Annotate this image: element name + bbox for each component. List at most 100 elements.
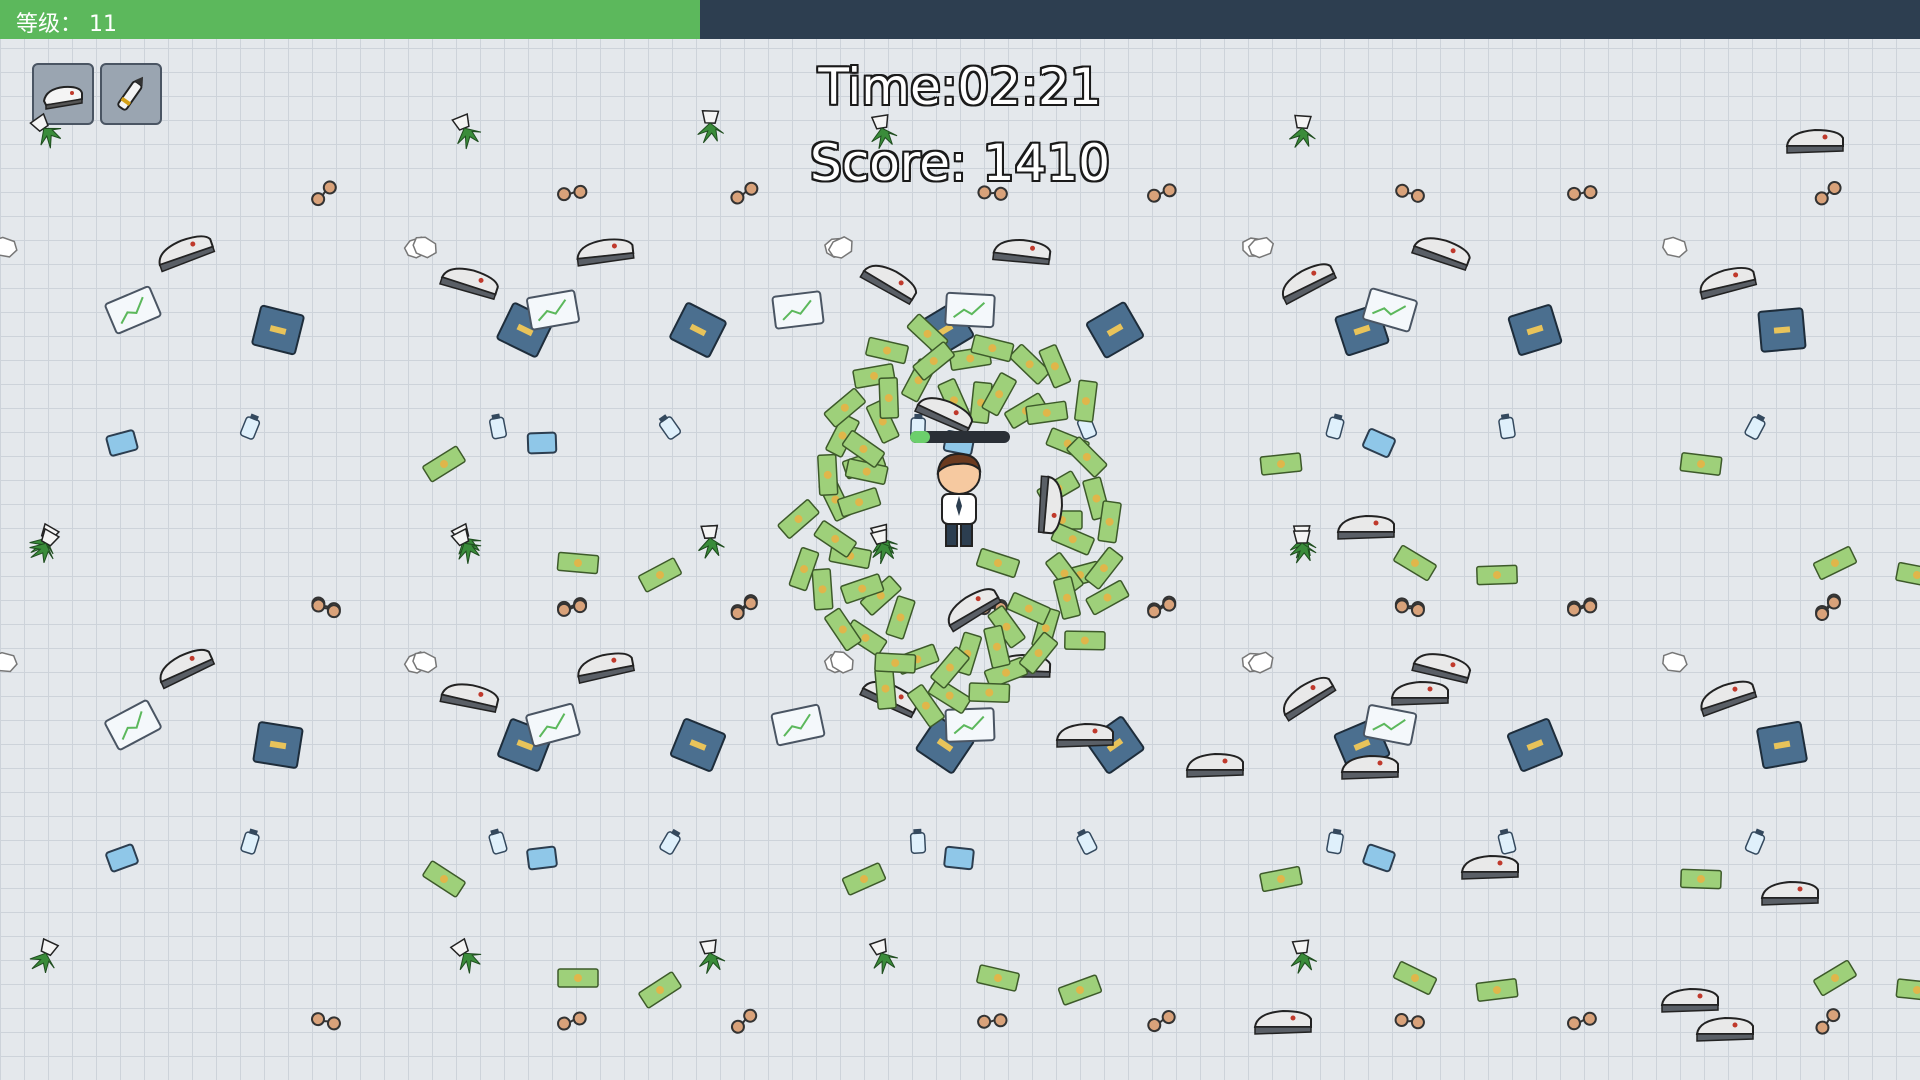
- glasses: [557, 184, 588, 202]
- cash-bill: [777, 499, 820, 539]
- water-bottle: [659, 828, 681, 855]
- potted-plant: [29, 937, 60, 974]
- cash-bill: [1475, 978, 1519, 1002]
- cash-bill: [865, 336, 909, 365]
- stapler: [577, 652, 636, 685]
- binder: [251, 304, 305, 356]
- water-bottle: [240, 828, 260, 855]
- coffee-mug: [526, 845, 558, 871]
- glasses: [1567, 185, 1598, 201]
- potted-plant: [449, 937, 482, 974]
- cash-bill: [1259, 452, 1303, 476]
- potted-plant: [1290, 939, 1318, 974]
- binder: [669, 302, 727, 358]
- stapler: [439, 683, 500, 713]
- stapler: [1660, 987, 1719, 1013]
- potted-plant: [868, 938, 898, 975]
- coffee-mug: [105, 843, 139, 873]
- stapler: [1055, 722, 1114, 748]
- water-bottle: [488, 413, 508, 440]
- cash-bill: [422, 445, 466, 483]
- player-character: [936, 452, 982, 547]
- stapler: [158, 235, 216, 273]
- crumpled-paper: [1662, 236, 1688, 258]
- cash-bill: [975, 548, 1021, 578]
- chart-tablet: [944, 707, 996, 743]
- water-bottle: [1744, 828, 1766, 855]
- stapler: [1695, 1016, 1754, 1042]
- water-bottle: [1744, 413, 1766, 440]
- water-bottle: [658, 414, 682, 440]
- glasses: [730, 1008, 758, 1034]
- glasses: [730, 181, 759, 205]
- stapler: [1410, 237, 1471, 271]
- coffee-mug: [1362, 843, 1396, 873]
- water-bottle: [239, 413, 261, 440]
- water-bottle: [1497, 828, 1517, 855]
- cash-bill: [878, 377, 900, 419]
- stapler: [1282, 676, 1337, 722]
- glasses: [1394, 1013, 1425, 1030]
- cash-bill: [1074, 379, 1098, 423]
- stapler: [1785, 128, 1844, 154]
- potted-plant: [699, 939, 726, 974]
- cash-bill: [556, 551, 600, 575]
- cash-bill: [557, 968, 599, 988]
- cash-bill: [1393, 961, 1437, 995]
- water-bottle: [1076, 828, 1098, 855]
- water-bottle: [488, 828, 508, 855]
- cash-bill: [976, 964, 1020, 992]
- coffee-mug: [526, 431, 558, 455]
- cash-bill: [1895, 561, 1920, 589]
- potted-plant: [698, 524, 725, 559]
- stapler: [159, 648, 216, 690]
- player-health-fill: [910, 431, 930, 443]
- chart-tablet: [104, 699, 162, 751]
- glasses: [557, 1011, 587, 1031]
- glasses: [1147, 597, 1177, 619]
- stapler: [1760, 880, 1819, 906]
- potted-plant: [870, 114, 898, 149]
- cash-bill: [422, 860, 466, 898]
- cash-bill: [811, 568, 834, 611]
- binder: [1507, 304, 1563, 356]
- stapler: [1411, 653, 1472, 684]
- stapler: [1336, 514, 1395, 540]
- potted-plant: [869, 528, 898, 565]
- cash-bill: [1064, 630, 1106, 651]
- cash-bill: [1813, 959, 1857, 997]
- chart-tablet: [944, 291, 996, 329]
- stapler: [1253, 1009, 1312, 1035]
- crumpled-paper: [0, 651, 18, 673]
- binder: [670, 718, 726, 772]
- coffee-mug: [1362, 428, 1396, 458]
- cash-bill: [1057, 974, 1103, 1006]
- stapler: [576, 238, 635, 267]
- cash-bill: [1813, 546, 1857, 580]
- water-bottle: [1326, 828, 1344, 855]
- binder: [1757, 307, 1807, 353]
- binder: [1086, 301, 1144, 359]
- cash-bill: [638, 971, 682, 1009]
- stapler: [1185, 752, 1244, 778]
- potted-plant: [29, 112, 62, 149]
- chart-tablet: [771, 290, 825, 330]
- cash-bill: [638, 557, 682, 593]
- stapler: [992, 239, 1052, 266]
- water-bottle: [909, 828, 927, 854]
- glasses: [311, 1012, 341, 1031]
- cash-bill: [841, 862, 887, 896]
- cash-bill: [1085, 579, 1130, 616]
- experience-bar: 等级： 11: [0, 0, 1920, 39]
- stapler: [1281, 263, 1338, 306]
- water-bottle: [1325, 413, 1345, 440]
- cash-bill: [817, 453, 839, 497]
- cash-bill: [874, 667, 897, 710]
- glasses: [1147, 1010, 1176, 1033]
- player-health-bar: [910, 431, 1010, 443]
- binder: [252, 721, 304, 769]
- glasses: [1395, 183, 1425, 203]
- cash-bill: [1679, 452, 1723, 476]
- game-field: [0, 109, 1920, 1042]
- crumpled-paper: [1662, 651, 1688, 673]
